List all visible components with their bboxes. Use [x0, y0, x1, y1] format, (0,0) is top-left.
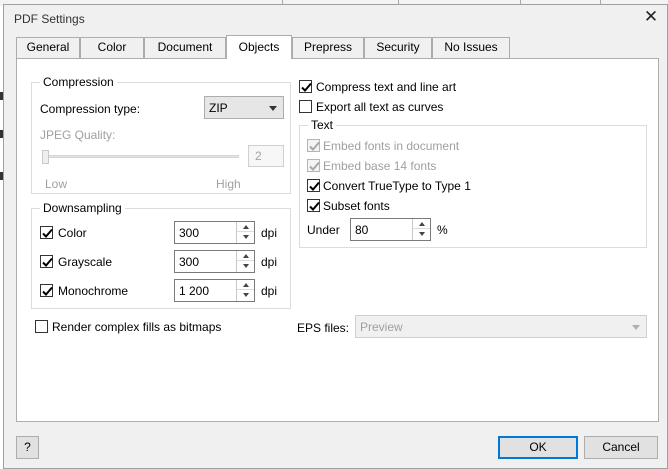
color-dpi-unit: dpi [261, 226, 278, 240]
increment-icon[interactable] [237, 222, 254, 232]
jpeg-low-label: Low [45, 177, 68, 191]
jpeg-quality-slider-thumb[interactable] [42, 150, 49, 164]
decrement-icon[interactable] [237, 232, 254, 242]
tab-general[interactable]: General [16, 37, 80, 58]
check-icon [42, 228, 53, 238]
tab-prepress[interactable]: Prepress [292, 37, 364, 58]
increment-icon[interactable] [413, 219, 430, 229]
decrement-icon[interactable] [237, 290, 254, 300]
pdf-settings-dialog: PDF Settings ✕ General Color Document Ob… [3, 4, 668, 469]
tab-objects[interactable]: Objects [226, 35, 292, 59]
monochrome-dpi-stepper[interactable]: 1 200 [174, 279, 255, 302]
downsampling-group: Downsampling Color 300 dpi Grayscale 300… [31, 201, 291, 309]
check-icon [42, 286, 53, 296]
check-icon [309, 141, 320, 151]
grayscale-checkbox[interactable] [40, 255, 53, 268]
text-group: Text Embed fonts in document Embed base … [299, 118, 647, 248]
eps-files-value: Preview [360, 320, 403, 334]
downsampling-group-title: Downsampling [40, 201, 125, 215]
monochrome-dpi-unit: dpi [261, 284, 278, 298]
jpeg-quality-value-field[interactable]: 2 [248, 145, 284, 167]
chevron-down-icon [269, 106, 277, 111]
embed-fonts-label: Embed fonts in document [323, 139, 460, 153]
subset-fonts-label: Subset fonts [323, 199, 390, 213]
tab-security[interactable]: Security [364, 37, 432, 58]
percent-label: % [437, 223, 448, 237]
check-icon [301, 82, 312, 92]
decrement-icon[interactable] [413, 229, 430, 239]
check-icon [309, 201, 320, 211]
color-dpi-stepper[interactable]: 300 [174, 221, 255, 244]
objects-panel: Compression Compression type: ZIP JPEG Q… [16, 58, 659, 422]
eps-files-label: EPS files: [297, 321, 350, 335]
help-button[interactable]: ? [16, 436, 39, 459]
text-group-title: Text [308, 118, 337, 132]
subset-fonts-checkbox[interactable] [307, 199, 320, 212]
jpeg-quality-slider[interactable] [42, 155, 239, 158]
tab-no-issues[interactable]: No Issues [432, 37, 510, 58]
export-text-curves-label: Export all text as curves [316, 100, 444, 114]
grayscale-dpi-stepper[interactable]: 300 [174, 250, 255, 273]
ok-button[interactable]: OK [498, 436, 578, 459]
convert-truetype-label: Convert TrueType to Type 1 [323, 179, 471, 193]
close-icon[interactable]: ✕ [643, 7, 659, 27]
monochrome-label: Monochrome [58, 284, 129, 298]
compression-type-dropdown[interactable]: ZIP [204, 96, 284, 119]
embed-base14-checkbox[interactable] [307, 159, 320, 172]
jpeg-quality-label: JPEG Quality: [40, 128, 116, 142]
embed-fonts-checkbox[interactable] [307, 139, 320, 152]
increment-icon[interactable] [237, 280, 254, 290]
compression-group: Compression Compression type: ZIP JPEG Q… [31, 75, 291, 194]
cancel-button[interactable]: Cancel [584, 436, 658, 459]
check-icon [42, 257, 53, 267]
subset-threshold-stepper[interactable]: 80 [350, 218, 431, 241]
compression-type-label: Compression type: [40, 102, 141, 116]
render-complex-label: Render complex fills as bitmaps [52, 320, 222, 334]
color-label: Color [58, 226, 87, 240]
tab-color[interactable]: Color [80, 37, 144, 58]
compress-text-label: Compress text and line art [316, 80, 457, 94]
grayscale-label: Grayscale [58, 255, 113, 269]
window-title: PDF Settings [14, 12, 85, 26]
compress-text-checkbox[interactable] [299, 80, 312, 93]
under-label: Under [307, 223, 340, 237]
chevron-down-icon [632, 325, 640, 330]
check-icon [309, 161, 320, 171]
compression-group-title: Compression [40, 75, 117, 89]
export-text-curves-checkbox[interactable] [299, 100, 312, 113]
embed-base14-label: Embed base 14 fonts [323, 159, 437, 173]
jpeg-high-label: High [216, 177, 241, 191]
decrement-icon[interactable] [237, 261, 254, 271]
color-checkbox[interactable] [40, 226, 53, 239]
check-icon [309, 181, 320, 191]
render-complex-checkbox[interactable] [35, 320, 48, 333]
tab-document[interactable]: Document [144, 37, 226, 58]
compression-type-value: ZIP [209, 101, 228, 115]
convert-truetype-checkbox[interactable] [307, 179, 320, 192]
grayscale-dpi-unit: dpi [261, 255, 278, 269]
monochrome-checkbox[interactable] [40, 284, 53, 297]
increment-icon[interactable] [237, 251, 254, 261]
eps-files-dropdown[interactable]: Preview [355, 315, 647, 338]
